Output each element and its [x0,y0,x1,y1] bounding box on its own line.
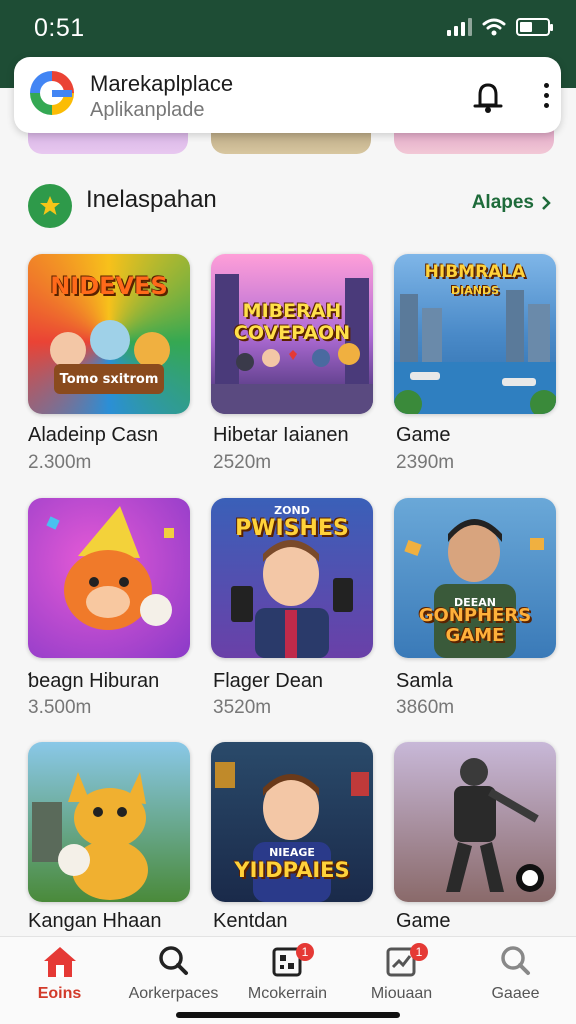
app-name: ƅeagn Hiburan [28,670,160,692]
tile-art-subtitle: Tomo sxitrom [59,372,159,387]
nav-label: Miouaan [370,985,433,1002]
tile-art-title: NIDEVES [50,272,168,300]
notification-badge: 1 [410,943,428,961]
app-tile[interactable] [394,742,556,902]
app-title: Marekaplplace [90,71,234,96]
nav-item-chart[interactable]: 1 Miouaan [344,943,459,1003]
bottom-navigation: Eoins Aorkerpaces 1 Mcokerrain 1 Miouaan… [0,936,576,1024]
app-name: Game [396,424,451,446]
status-time: 0:51 [34,14,85,42]
nav-item-qr[interactable]: 1 Mcokerrain [230,943,345,1003]
notification-badge: 1 [296,943,314,961]
app-size: 3.500m [28,697,92,718]
app-tile[interactable] [28,742,190,902]
app-tile[interactable]: DEEAN GONPHERS GAME [394,498,556,658]
app-name: Samla [396,670,453,692]
party-bear-art-icon [46,506,174,630]
see-all-link[interactable]: Alapes [472,192,552,214]
chevron-right-icon [542,196,551,210]
section-title: Inelaspahan [86,186,217,213]
nav-label: Gaaee [491,985,540,1002]
notification-bell-icon[interactable] [470,79,506,115]
app-header: Marekaplplace Aplikanplade [14,57,561,133]
app-name: Hibetar Iaianen [213,424,349,446]
nav-label: Mcokerrain [247,985,328,1002]
store-logo-icon [30,71,74,115]
app-tile[interactable]: NIDEVES Tomo sxitrom [28,254,190,414]
cartoon-fox-art-icon [32,772,148,900]
app-tile[interactable]: MIBERAH COVEPAON [211,254,373,414]
tile-art-title: PWISHES [235,516,349,541]
home-indicator [176,1012,400,1018]
status-icons [447,18,553,36]
app-tile[interactable]: ZOND PWISHES [211,498,373,658]
see-all-label: Alapes [471,192,534,213]
section-star-icon [28,184,72,228]
app-tile[interactable]: HIBMRALA DIANDS [394,254,556,414]
nav-item-games[interactable]: Gaaee [458,943,573,1003]
tile-art-title: HIBMRALA [424,262,526,282]
wifi-icon [482,18,506,36]
app-size: 2390m [396,452,455,473]
app-size: 2520m [213,452,272,473]
app-name: Flager Dean [213,670,324,692]
search-icon [158,946,188,975]
battery-icon [516,18,553,36]
search-outline-icon [500,946,530,975]
more-options-icon[interactable] [536,79,556,113]
app-size: 3860m [396,697,455,718]
app-name: Aladeinp Casn [28,424,159,446]
nav-label: Aorkerpaces [128,985,219,1002]
app-name: Game [396,910,451,932]
nav-item-search[interactable]: Aorkerpaces [116,943,231,1003]
tile-art-subtitle: DIANDS [451,284,499,297]
tile-art-title: MIBERAH COVEPAON [233,300,351,344]
app-size: 2.300m [28,452,92,473]
nav-item-home[interactable]: Eoins [2,943,117,1003]
soldier-art-icon [446,758,544,892]
tile-art-title: GONPHERS GAME [418,605,532,646]
tile-art-title: YIIDPAIES [234,858,350,882]
home-icon [43,947,76,977]
app-size: 3520m [213,697,272,718]
nav-label: Eoins [37,985,82,1002]
app-name: Kangan Hhaan [28,910,162,932]
main-content[interactable]: Inelaspahan Alapes NIDEVES Tomo sxitrom … [0,88,576,936]
signal-icon [447,18,472,36]
app-subtitle: Aplikanplade [90,99,205,121]
app-tile[interactable]: NIEAGE YIIDPAIES [211,742,373,902]
app-tile[interactable] [28,498,190,658]
app-name: Kentdan [213,910,288,932]
